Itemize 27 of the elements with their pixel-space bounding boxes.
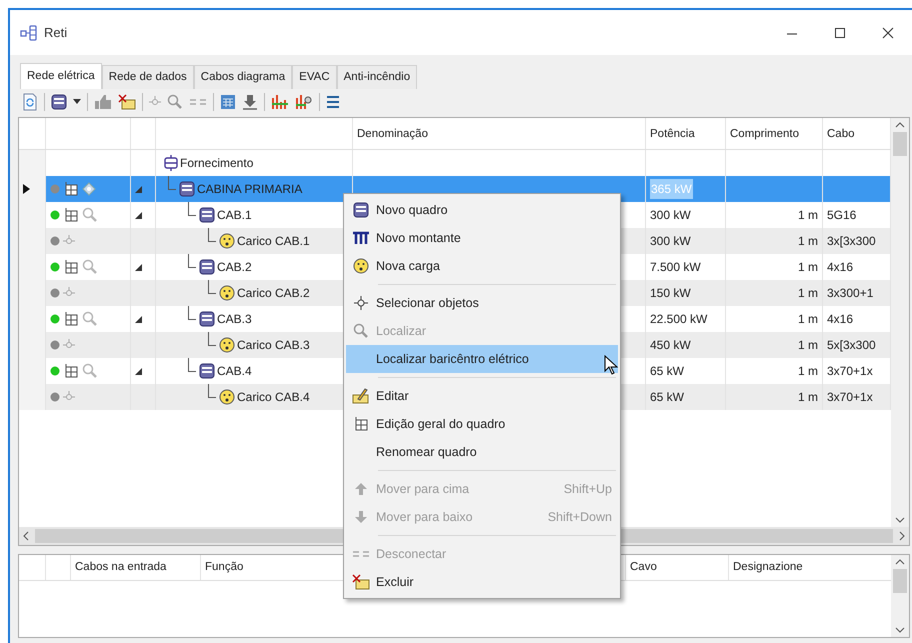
table-cell-text: 1 m	[798, 337, 818, 354]
table-cell-text: 300 kW	[650, 233, 691, 250]
table-cell-text: 3x70+1x	[827, 363, 873, 380]
table-cell-text: 3x[3x300	[827, 233, 876, 250]
table-cell-text: 1 m	[798, 311, 818, 328]
table-cell-text: 1 m	[798, 389, 818, 406]
table-cell-text: 1 m	[798, 259, 818, 276]
table-cell-text: 1 m	[798, 233, 818, 250]
table-cell-text: 65 kW	[650, 389, 684, 406]
table-cell-text: 300 kW	[650, 207, 691, 224]
table-cell-text: 450 kW	[650, 337, 691, 354]
window-title: Reti	[44, 24, 68, 42]
table-cell-text: 4x16	[827, 311, 854, 328]
table-cell-text: 1 m	[798, 207, 818, 224]
table-cell-text: 1 m	[798, 285, 818, 302]
shortcut-label: Shift+Up	[564, 480, 612, 498]
table-cell-text: 1 m	[798, 363, 818, 380]
table-cell-text: 3x300+1	[827, 285, 874, 302]
shortcut-label: Shift+Down	[548, 508, 612, 526]
table-cell-text: 22.500 kW	[650, 311, 708, 328]
table-cell-text: 150 kW	[650, 285, 691, 302]
table-cell-text: 3x70+1x	[827, 389, 873, 406]
table-cell-text: 5x[3x300	[827, 337, 876, 354]
table-cell-text: 4x16	[827, 259, 854, 276]
table-cell-text: 65 kW	[650, 363, 684, 380]
table-cell-text: 7.500 kW	[650, 259, 701, 276]
table-cell-text: 5G16	[827, 207, 856, 224]
